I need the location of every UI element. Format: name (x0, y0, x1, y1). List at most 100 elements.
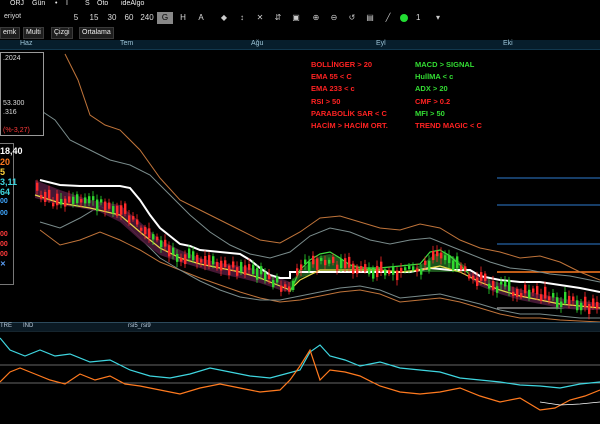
candle-body (596, 301, 599, 309)
candle-body (200, 259, 203, 263)
candle-body (252, 264, 255, 275)
candle-body (208, 255, 211, 266)
info-value: .316 (3, 109, 17, 116)
candle-body (380, 261, 383, 272)
candle-body (356, 266, 359, 274)
candle-body (480, 272, 483, 281)
candle-body (264, 272, 267, 281)
candle-body (436, 250, 439, 257)
candle-body (80, 199, 83, 203)
candle-body (428, 260, 431, 271)
candle-body (544, 286, 547, 299)
candle-body (220, 260, 223, 271)
indicator-value: 00 (0, 231, 8, 238)
candle-body (276, 276, 279, 283)
candle-body (392, 266, 395, 275)
sub-panel-label: rsi5_rsi9 (128, 323, 151, 329)
candle-body (152, 234, 155, 240)
sub-panel-header: TRE IND rsi5_rsi9 (0, 322, 600, 331)
candle-body (292, 281, 295, 290)
candle-body (228, 265, 231, 276)
candle-body (432, 251, 435, 261)
candle-body (316, 258, 319, 270)
candle-body (548, 296, 551, 301)
candle-body (360, 266, 363, 270)
indicator-value: 64 (0, 187, 11, 197)
candle-body (424, 260, 427, 265)
candle-body (92, 196, 95, 201)
candle-body (400, 268, 403, 273)
candle-body (536, 286, 539, 295)
info-date: .2024 (3, 55, 21, 62)
indicator-value: 00 (0, 241, 8, 248)
candle-body (56, 193, 59, 206)
candle-body (456, 256, 459, 269)
candle-body (348, 256, 351, 268)
candle-body (592, 298, 595, 308)
candle-body (532, 288, 535, 293)
candle-body (144, 226, 147, 235)
candle-body (280, 285, 283, 292)
candle-body (412, 266, 415, 271)
candle-body (88, 196, 91, 204)
candle-body (520, 293, 523, 298)
info-value: 53.300 (3, 100, 25, 107)
trend-magic-line (39, 179, 600, 293)
candle-body (472, 275, 475, 280)
candle-body (212, 256, 215, 265)
candle-body (540, 294, 543, 301)
candle-body (556, 297, 559, 308)
candle-body (260, 266, 263, 275)
candle-body (524, 284, 527, 294)
candle-body (584, 296, 587, 308)
candle-body (196, 254, 199, 263)
candle-body (136, 219, 139, 225)
candle-body (308, 261, 311, 272)
candle-body (168, 245, 171, 257)
candle-body (464, 266, 467, 271)
candle-body (528, 289, 531, 298)
candle-body (140, 227, 143, 231)
candle-body (580, 302, 583, 311)
candle-body (60, 198, 63, 205)
candle-body (76, 194, 79, 204)
signal-bullish: HullMA < c (415, 72, 454, 81)
candle-body (344, 258, 347, 269)
candle-body (160, 240, 163, 248)
candle-body (224, 260, 227, 267)
candle-body (272, 280, 275, 288)
candle-body (572, 296, 575, 301)
candle-body (576, 300, 579, 311)
candle-body (172, 247, 175, 255)
candle-body (164, 239, 167, 247)
candle-body (508, 279, 511, 292)
indicator-value: 5 (0, 167, 6, 177)
candle-body (504, 281, 507, 287)
signal-bearish: BOLLİNGER > 20 (311, 60, 373, 69)
close-icon[interactable]: ✕ (0, 260, 6, 268)
rsi5-line (0, 337, 600, 389)
candle-body (312, 255, 315, 265)
candle-body (36, 182, 39, 191)
candle-body (420, 268, 423, 275)
price-chart[interactable] (0, 0, 600, 424)
candle-body (488, 283, 491, 289)
candle-body (244, 265, 247, 275)
indicator-value: 00 (0, 210, 8, 217)
indicator-value: 00 (0, 198, 8, 205)
candle-body (460, 265, 463, 270)
candle-body (240, 262, 243, 273)
candle-body (176, 253, 179, 262)
candle-body (116, 205, 119, 216)
candlesticks (36, 179, 599, 320)
candle-body (484, 273, 487, 281)
candle-body (188, 248, 191, 259)
candle-body (184, 254, 187, 265)
candle-body (516, 289, 519, 297)
candle-body (328, 259, 331, 264)
candle-body (52, 202, 55, 207)
indicator-value: 18,40 (0, 146, 23, 156)
candle-body (588, 303, 591, 314)
candle-body (104, 201, 107, 211)
candle-body (288, 286, 291, 292)
